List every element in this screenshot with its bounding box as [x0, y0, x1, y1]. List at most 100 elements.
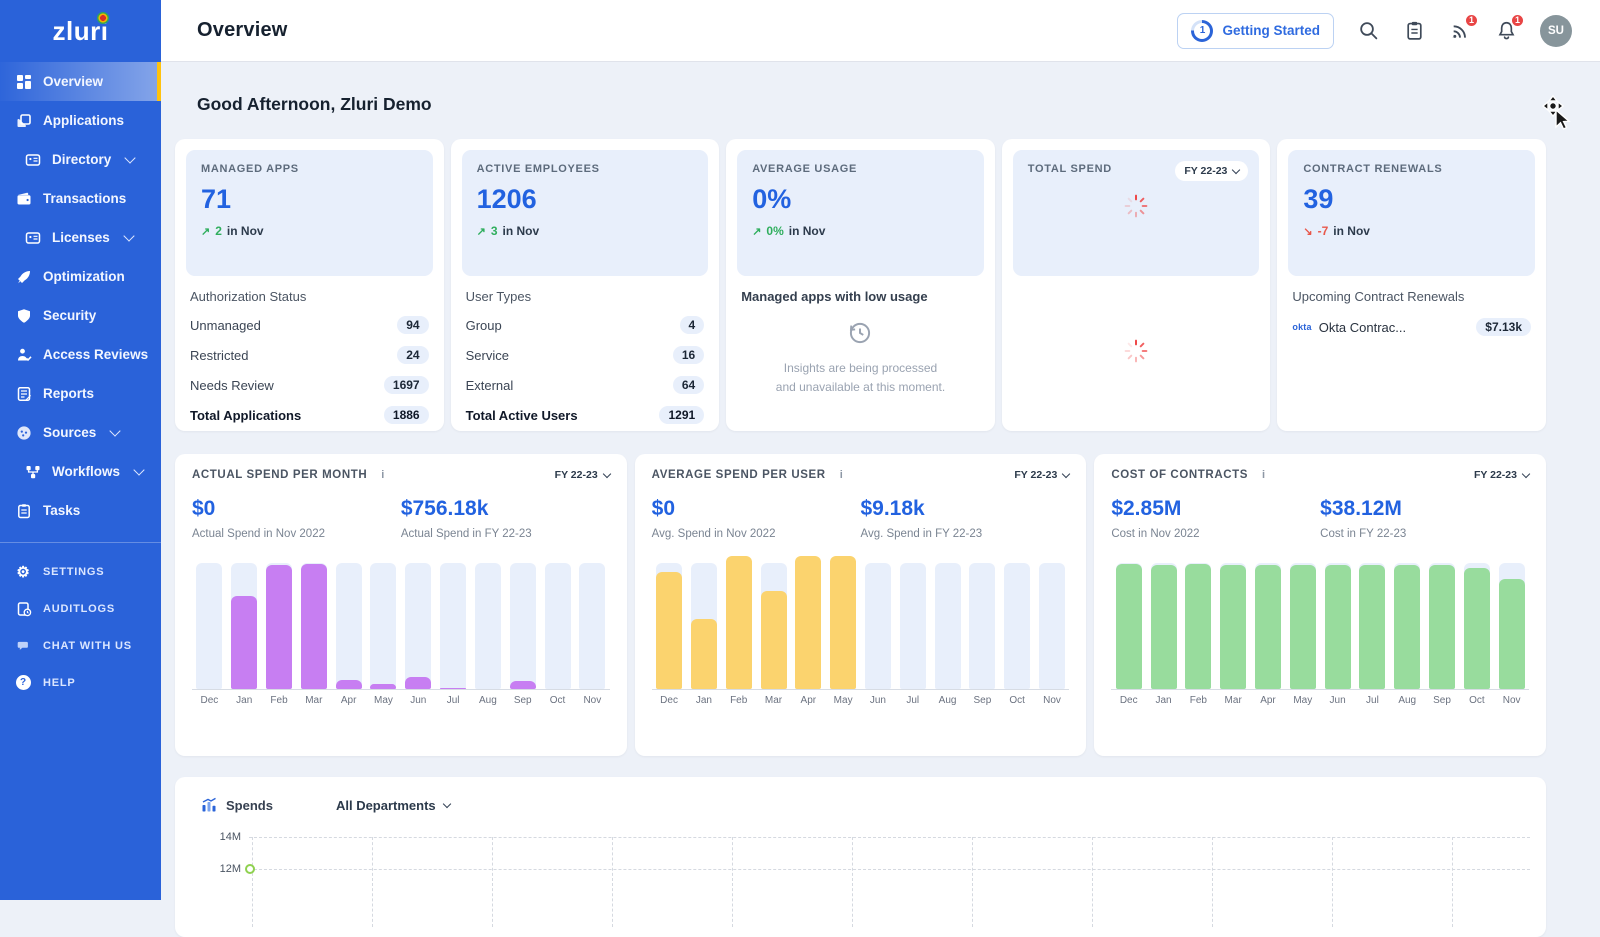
managed-apps-hero: MANAGED APPS 71 2 in Nov: [186, 150, 433, 276]
month-label: Aug: [930, 695, 965, 706]
bell-icon[interactable]: 1: [1494, 19, 1518, 43]
bar-fill: [1220, 565, 1246, 689]
month-label: Apr: [331, 695, 366, 706]
month-label: Jan: [227, 695, 262, 706]
kv-row: Restricted24: [190, 346, 429, 364]
kv-row: Group4: [466, 316, 705, 334]
bar-fill: [726, 556, 752, 689]
fy-dropdown[interactable]: FY 22-23: [555, 469, 610, 481]
month-label: Sep: [965, 695, 1000, 706]
sidebar-item-sources[interactable]: Sources: [0, 413, 161, 452]
avatar[interactable]: SU: [1540, 15, 1572, 47]
chevron-down-icon: [442, 800, 450, 808]
info-icon[interactable]: i: [840, 469, 843, 481]
bar-column: [652, 556, 687, 689]
gridline: [492, 837, 493, 927]
fy-dropdown[interactable]: FY 22-23: [1014, 469, 1069, 481]
gridline: [1212, 837, 1213, 927]
x-axis-line: [652, 689, 1070, 690]
trend-up-icon: [201, 224, 210, 238]
sidebar-divider: [0, 542, 161, 543]
stat-value: $9.18k: [860, 497, 1069, 521]
sidebar-item-security[interactable]: Security: [0, 296, 161, 335]
month-label: May: [826, 695, 861, 706]
bar-column: [826, 556, 861, 689]
bar-track: [405, 563, 431, 689]
kv-value: 1886: [384, 406, 429, 424]
loading-spinner-icon: [1123, 338, 1149, 364]
bar-column: [1035, 556, 1070, 689]
help-icon: ?: [15, 674, 32, 691]
bar-column: [965, 556, 1000, 689]
feeds-icon[interactable]: 1: [1448, 19, 1472, 43]
sidebar-item-help[interactable]: ? HELP: [0, 664, 161, 701]
fy-dropdown[interactable]: FY 22-23: [1474, 469, 1529, 481]
tasks-clipboard-icon[interactable]: [1402, 19, 1426, 43]
month-label: Oct: [1000, 695, 1035, 706]
logo-wrap[interactable]: zluri: [0, 0, 161, 62]
sidebar-item-transactions[interactable]: Transactions: [0, 179, 161, 218]
spends-header: Spends All Departments: [201, 797, 1530, 813]
average-spend-card: AVERAGE SPEND PER USER i FY 22-23 $0Avg.…: [635, 454, 1087, 756]
month-label: Dec: [192, 695, 227, 706]
search-icon[interactable]: [1356, 19, 1380, 43]
chevron-down-icon: [123, 230, 134, 241]
month-label: Jun: [861, 695, 896, 706]
gridline: [249, 837, 1530, 838]
workflow-icon: [24, 463, 41, 480]
kv-row-total: Total Applications1886: [190, 406, 429, 424]
sidebar-item-licenses[interactable]: Licenses: [0, 218, 161, 257]
sidebar-item-tasks[interactable]: Tasks: [0, 491, 161, 530]
clipboard-icon: [15, 502, 32, 519]
insights-empty-state: Insights are being processed and unavail…: [737, 320, 984, 396]
getting-started-label: Getting Started: [1222, 23, 1320, 38]
sidebar-item-reports[interactable]: Reports: [0, 374, 161, 413]
spends-card: Spends All Departments 14M 12M: [175, 777, 1546, 937]
bar-fill: [1185, 564, 1211, 689]
sidebar-item-auditlogs[interactable]: AUDITLOGS: [0, 590, 161, 627]
bar-column: [1494, 556, 1529, 689]
chat-icon: [15, 637, 32, 654]
stat-label: Avg. Spend in FY 22-23: [860, 528, 1069, 540]
chevron-down-icon: [1522, 470, 1530, 478]
sidebar-item-directory[interactable]: Directory: [0, 140, 161, 179]
bar-track: [935, 563, 961, 689]
kv-value: 94: [397, 316, 428, 334]
card-trend: -7 in Nov: [1303, 224, 1520, 238]
card-trend: 2 in Nov: [201, 224, 418, 238]
total-spend-hero: TOTAL SPEND FY 22-23: [1013, 150, 1260, 276]
sidebar-item-overview[interactable]: Overview: [0, 62, 161, 101]
info-icon[interactable]: i: [1262, 469, 1265, 481]
sidebar-item-settings[interactable]: SETTINGS: [0, 553, 161, 590]
month-label: Apr: [791, 695, 826, 706]
managed-apps-card: MANAGED APPS 71 2 in Nov Authorization S…: [175, 139, 444, 431]
chart-title: COST OF CONTRACTS: [1111, 469, 1248, 481]
card-title: AVERAGE USAGE: [752, 163, 969, 175]
sidebar-item-applications[interactable]: Applications: [0, 101, 161, 140]
sidebar-item-optimization[interactable]: Optimization: [0, 257, 161, 296]
contract-renewals-hero: CONTRACT RENEWALS 39 -7 in Nov: [1288, 150, 1535, 276]
month-label: Feb: [1181, 695, 1216, 706]
sidebar: zluri Overview Applications Directory Tr…: [0, 0, 161, 900]
gridline: [249, 869, 1530, 870]
kv-value: 1291: [659, 406, 704, 424]
section-title: User Types: [466, 289, 705, 304]
getting-started-button[interactable]: 1 Getting Started: [1177, 13, 1334, 49]
month-label: Dec: [652, 695, 687, 706]
sidebar-item-workflows[interactable]: Workflows: [0, 452, 161, 491]
departments-dropdown[interactable]: All Departments: [336, 798, 450, 813]
bar-fill: [405, 677, 431, 689]
info-icon[interactable]: i: [381, 469, 384, 481]
trend-up-icon: [477, 224, 486, 238]
month-label: Oct: [540, 695, 575, 706]
renewal-row[interactable]: okta Okta Contrac... $7.13k: [1292, 318, 1531, 336]
cost-of-contracts-card: COST OF CONTRACTS i FY 22-23 $2.85MCost …: [1094, 454, 1546, 756]
month-label: Aug: [1390, 695, 1425, 706]
contract-renewals-card: CONTRACT RENEWALS 39 -7 in Nov Upcoming …: [1277, 139, 1546, 431]
kv-label: External: [466, 378, 514, 393]
fy-dropdown[interactable]: FY 22-23: [1175, 161, 1248, 181]
sidebar-item-label: Directory: [52, 152, 111, 167]
sidebar-item-chat-with-us[interactable]: CHAT WITH US: [0, 627, 161, 664]
rocket-icon: [15, 268, 32, 285]
sidebar-item-access-reviews[interactable]: Access Reviews: [0, 335, 161, 374]
